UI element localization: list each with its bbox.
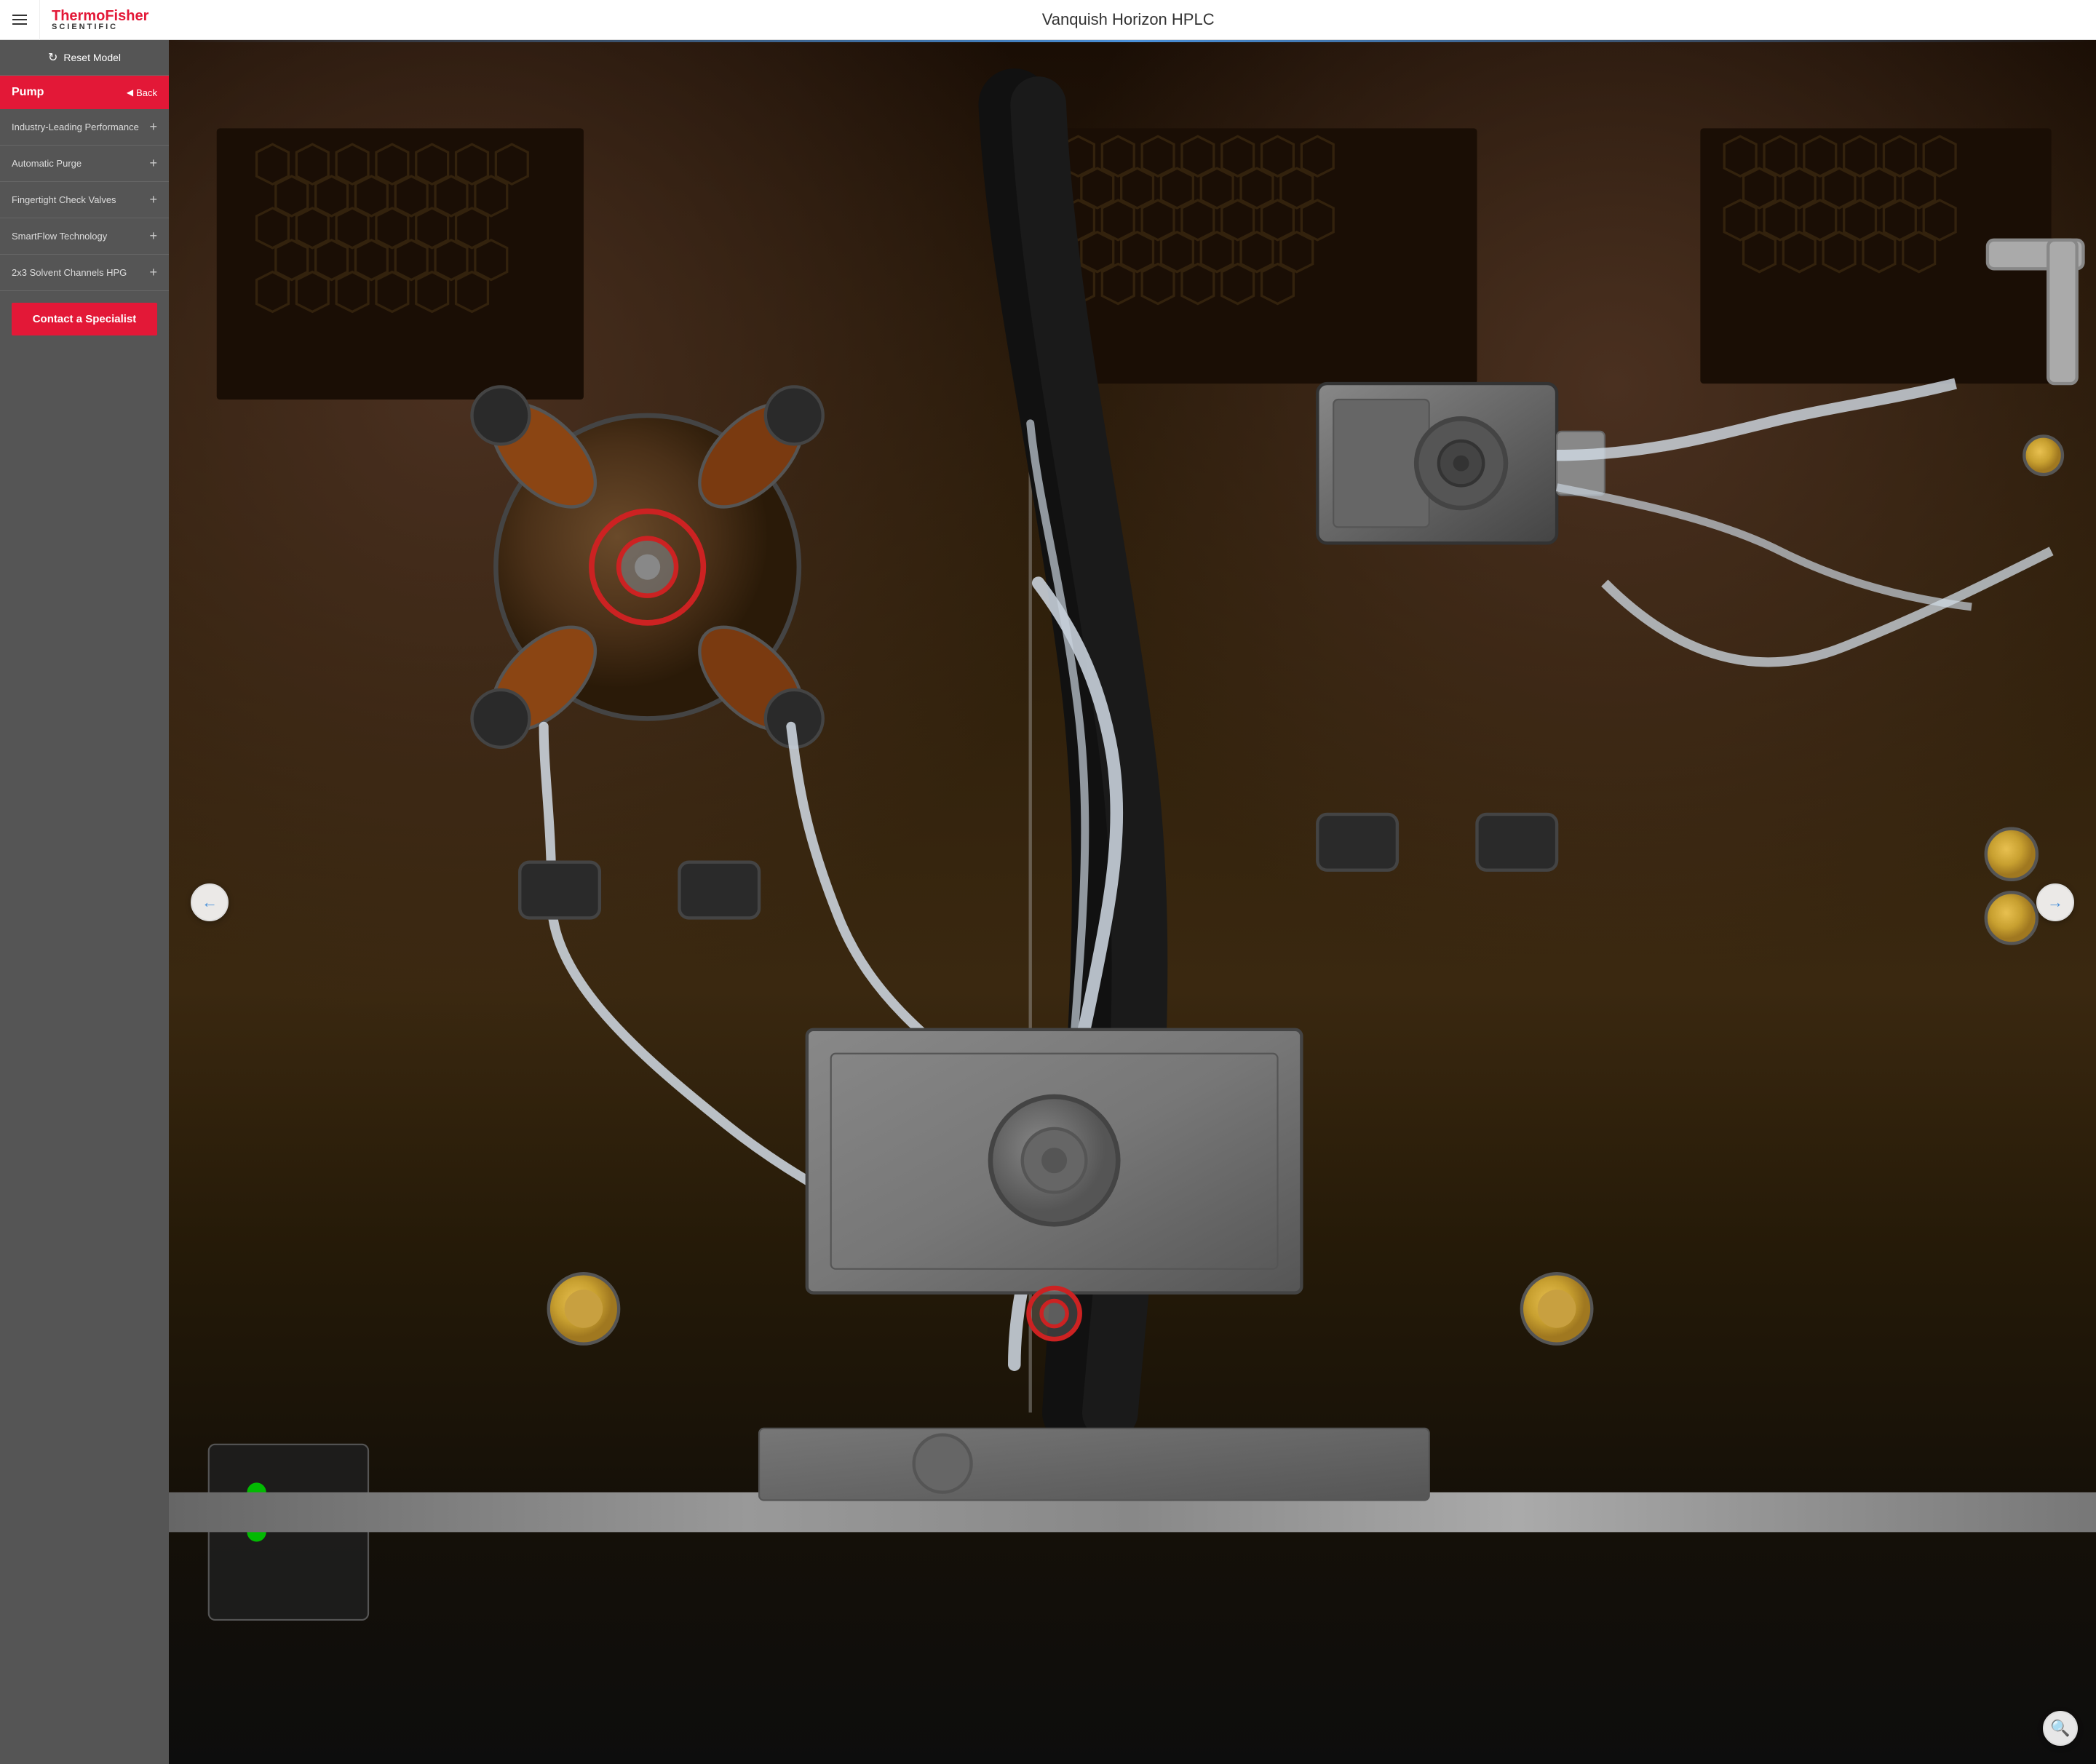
header: ThermoFisher SCIENTIFIC Vanquish Horizon… bbox=[0, 0, 2096, 40]
expand-icon: + bbox=[149, 229, 157, 244]
sidebar: ↻ Reset Model Pump ◀ Back Industry-Leadi… bbox=[0, 40, 169, 1764]
machine-background bbox=[169, 40, 2096, 1764]
back-label: Back bbox=[136, 87, 157, 98]
back-chevron-icon: ◀ bbox=[127, 87, 133, 98]
sidebar-item-industry[interactable]: Industry-Leading Performance + bbox=[0, 109, 169, 146]
left-arrow-icon: ← bbox=[202, 893, 218, 912]
back-button[interactable]: ◀ Back bbox=[127, 87, 157, 98]
logo: ThermoFisher SCIENTIFIC bbox=[52, 9, 148, 31]
zoom-icon: 🔍 bbox=[2050, 1719, 2070, 1738]
sidebar-item-solvent[interactable]: 2x3 Solvent Channels HPG + bbox=[0, 255, 169, 291]
zoom-button[interactable]: 🔍 bbox=[2043, 1711, 2078, 1746]
logo-scientific: SCIENTIFIC bbox=[52, 23, 148, 31]
sidebar-item-valves[interactable]: Fingertight Check Valves + bbox=[0, 182, 169, 218]
right-arrow-icon: → bbox=[2047, 893, 2063, 912]
logo-fisher: Fisher bbox=[105, 8, 148, 24]
contact-specialist-button[interactable]: Contact a Specialist bbox=[12, 303, 157, 335]
sidebar-item-smartflow[interactable]: SmartFlow Technology + bbox=[0, 218, 169, 255]
reset-icon: ↻ bbox=[48, 50, 57, 65]
sidebar-item-purge[interactable]: Automatic Purge + bbox=[0, 146, 169, 182]
logo-area: ThermoFisher SCIENTIFIC bbox=[40, 9, 160, 31]
nav-arrow-right[interactable]: → bbox=[2036, 883, 2074, 921]
logo-thermo: Thermo bbox=[52, 8, 105, 24]
expand-icon: + bbox=[149, 265, 157, 280]
main-content: ← → 🔍 bbox=[169, 40, 2096, 1764]
scan-line bbox=[169, 40, 2096, 42]
sidebar-item-industry-label: Industry-Leading Performance bbox=[12, 122, 139, 132]
expand-icon: + bbox=[149, 119, 157, 135]
sidebar-item-smartflow-label: SmartFlow Technology bbox=[12, 231, 107, 242]
sidebar-item-solvent-label: 2x3 Solvent Channels HPG bbox=[12, 267, 127, 278]
menu-button[interactable] bbox=[0, 0, 40, 40]
nav-arrow-left[interactable]: ← bbox=[191, 883, 229, 921]
reset-model-button[interactable]: ↻ Reset Model bbox=[0, 40, 169, 76]
page-title: Vanquish Horizon HPLC bbox=[160, 10, 2096, 29]
sidebar-item-valves-label: Fingertight Check Valves bbox=[12, 194, 116, 205]
expand-icon: + bbox=[149, 156, 157, 171]
pump-label: Pump bbox=[12, 86, 44, 99]
sidebar-item-purge-label: Automatic Purge bbox=[12, 158, 82, 169]
expand-icon: + bbox=[149, 192, 157, 207]
pump-header[interactable]: Pump ◀ Back bbox=[0, 76, 169, 109]
visualization-container: ← → 🔍 bbox=[169, 40, 2096, 1764]
hamburger-icon bbox=[12, 15, 27, 25]
reset-model-label: Reset Model bbox=[63, 52, 121, 63]
